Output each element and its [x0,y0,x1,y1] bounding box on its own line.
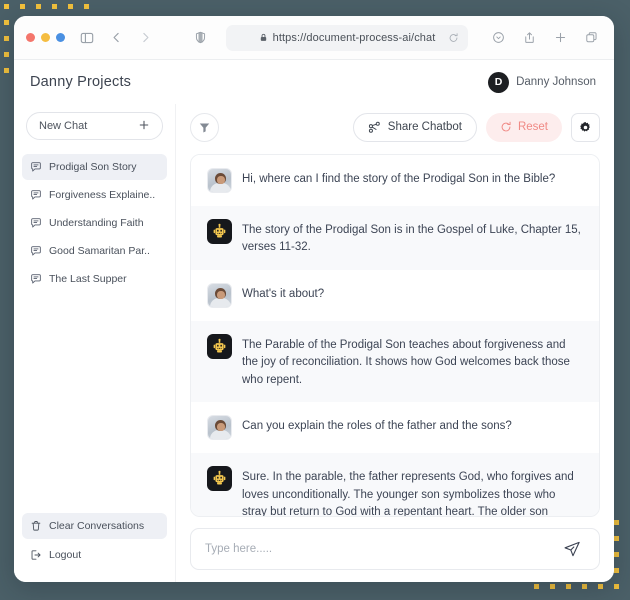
chat-message-list: Hi, where can I find the story of the Pr… [190,154,600,517]
bot-avatar-icon [207,333,232,359]
chat-bubble-icon [30,189,42,201]
new-chat-button[interactable]: New Chat [26,112,163,140]
conversation-label: Understanding Faith [49,217,144,229]
clear-conversations-button[interactable]: Clear Conversations [22,513,167,539]
chat-bubble-icon [30,217,42,229]
conversation-list: Prodigal Son Story Forgiveness Explaine..… [14,154,175,513]
sidebar: New Chat Prodigal Son Story Forgiveness E… [14,104,176,582]
sidebar-conversation-item[interactable]: Understanding Faith [22,210,167,236]
user-avatar [207,282,232,308]
bot-message: Sure. In the parable, the father represe… [191,453,599,517]
sidebar-footer-label: Logout [49,549,82,561]
share-upload-icon[interactable] [518,27,540,49]
browser-toolbar-right [487,27,602,49]
gear-icon[interactable] [571,112,600,142]
conversation-label: Prodigal Son Story [49,161,137,173]
reset-button[interactable]: Reset [485,112,562,142]
app-header: Danny Projects D Danny Johnson [14,60,614,104]
sidebar-footer: Clear Conversations Logout [14,513,175,568]
logout-button[interactable]: Logout [22,542,167,568]
url-text: https://document-process-ai/chat [272,31,436,44]
reset-label: Reset [517,121,548,133]
message-text: Can you explain the roles of the father … [242,420,512,433]
url-bar[interactable]: https://document-process-ai/chat [226,24,468,51]
shield-icon[interactable] [189,27,211,49]
share-nodes-icon [368,121,381,134]
page-title: Danny Projects [30,74,132,90]
user-message: What's it about? [191,269,599,321]
content-split: New Chat Prodigal Son Story Forgiveness E… [14,104,614,582]
bot-message: The story of the Prodigal Son is in the … [191,206,599,270]
send-paper-plane-icon[interactable] [559,536,585,562]
conversation-label: The Last Supper [49,273,127,285]
bot-avatar-icon [207,219,232,244]
sidebar-conversation-item[interactable]: The Last Supper [22,266,167,292]
filter-funnel-icon[interactable] [190,112,219,142]
back-arrow-icon[interactable] [105,27,127,49]
conversation-label: Good Samaritan Par.. [49,245,150,257]
user-avatar [207,415,232,441]
app-page: Danny Projects D Danny Johnson New Chat … [14,60,614,582]
bot-avatar-icon [207,466,232,492]
message-input[interactable] [205,543,551,555]
user-name: Danny Johnson [516,76,596,88]
browser-toolbar: https://document-process-ai/chat [14,16,614,60]
avatar: D [488,71,510,93]
browser-window: https://document-process-ai/chat Danny P… [14,16,614,582]
user-message: Hi, where can I find the story of the Pr… [191,155,599,206]
logout-icon [30,549,42,561]
share-chatbot-button[interactable]: Share Chatbot [352,112,477,142]
sidebar-conversation-item[interactable]: Prodigal Son Story [22,154,167,180]
user-menu[interactable]: D Danny Johnson [488,71,596,93]
sidebar-toggle-icon[interactable] [76,27,98,49]
close-window-button[interactable] [26,33,35,42]
chat-bubble-icon [30,273,42,285]
sidebar-conversation-item[interactable]: Forgiveness Explaine.. [22,182,167,208]
message-text: Hi, where can I find the story of the Pr… [242,173,556,185]
extensions-icon[interactable] [487,27,509,49]
chat-bubble-icon [30,245,42,257]
message-text: The Parable of the Prodigal Son teaches … [242,338,570,386]
conversation-label: Forgiveness Explaine.. [49,189,156,201]
user-avatar [207,168,232,193]
window-traffic-lights[interactable] [26,33,65,42]
chat-actionbar: Share Chatbot Reset [190,112,600,142]
forward-arrow-icon[interactable] [134,27,156,49]
user-message: Can you explain the roles of the father … [191,402,599,454]
message-text: The story of the Prodigal Son is in the … [242,224,581,254]
share-chatbot-label: Share Chatbot [387,121,462,133]
chat-bubble-icon [30,161,42,173]
sidebar-conversation-item[interactable]: Good Samaritan Par.. [22,238,167,264]
chat-actions-right: Share Chatbot Reset [352,112,600,142]
trash-icon [30,520,42,532]
maximize-window-button[interactable] [56,33,65,42]
reload-icon[interactable] [448,32,459,43]
show-tabs-icon[interactable] [580,27,602,49]
message-text: Sure. In the parable, the father represe… [242,471,574,517]
message-composer [190,528,600,570]
lock-icon [259,33,268,42]
bot-message: The Parable of the Prodigal Son teaches … [191,320,599,403]
chat-main: Share Chatbot Reset Hi, where can I find… [176,104,614,582]
minimize-window-button[interactable] [41,33,50,42]
new-tab-plus-icon[interactable] [549,27,571,49]
new-chat-label: New Chat [39,120,88,132]
plus-icon [138,119,150,134]
sidebar-footer-label: Clear Conversations [49,520,145,532]
message-text: What's it about? [242,287,325,300]
reset-refresh-icon [500,121,512,133]
